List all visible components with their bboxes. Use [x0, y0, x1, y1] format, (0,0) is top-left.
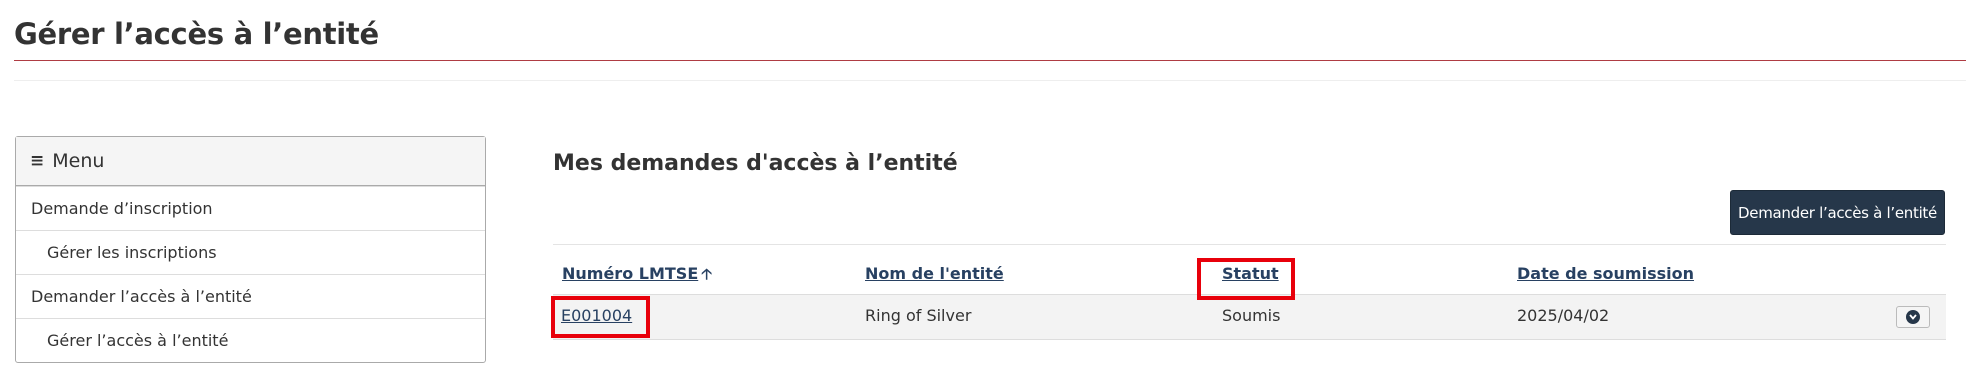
menu-item-label: Gérer l’accès à l’entité: [47, 331, 229, 350]
title-divider: [14, 60, 1966, 61]
row-status: Soumis: [1222, 306, 1281, 325]
row-expand-button[interactable]: [1896, 306, 1930, 328]
status-header-highlight: [1197, 258, 1295, 300]
menu-header[interactable]: ≡ Menu: [16, 137, 485, 186]
chevron-down-circle-icon: [1906, 310, 1920, 324]
menu-item-label: Demande d’inscription: [31, 199, 213, 218]
row-entity-name: Ring of Silver: [865, 306, 972, 325]
menu-item-label: Demander l’accès à l’entité: [31, 287, 252, 306]
menu-item-registration-request[interactable]: Demande d’inscription: [16, 186, 485, 230]
column-header-lmtse-number[interactable]: Numéro LMTSE 🡡: [562, 264, 712, 289]
lmtse-number-highlight: [551, 296, 650, 338]
side-menu: ≡ Menu Demande d’inscription Gérer les i…: [15, 136, 486, 363]
hamburger-icon: ≡: [30, 151, 45, 171]
column-header-entity-name[interactable]: Nom de l'entité: [865, 264, 1004, 283]
menu-title: Menu: [52, 150, 105, 172]
header-divider: [14, 80, 1966, 81]
row-submission-date: 2025/04/02: [1517, 306, 1610, 325]
request-access-button[interactable]: Demander l’accès à l’entité: [1730, 190, 1945, 235]
column-header-submission-date[interactable]: Date de soumission: [1517, 264, 1694, 283]
menu-item-label: Gérer les inscriptions: [47, 243, 217, 262]
table-top-divider: [553, 244, 1946, 245]
menu-item-request-entity-access[interactable]: Demander l’accès à l’entité: [16, 274, 485, 318]
page-title: Gérer l’accès à l’entité: [14, 17, 379, 51]
menu-item-manage-entity-access[interactable]: Gérer l’accès à l’entité: [16, 318, 485, 362]
section-title: Mes demandes d'accès à l’entité: [553, 151, 958, 176]
menu-item-manage-registrations[interactable]: Gérer les inscriptions: [16, 230, 485, 274]
sort-arrow-up-icon: 🡡: [701, 265, 713, 283]
